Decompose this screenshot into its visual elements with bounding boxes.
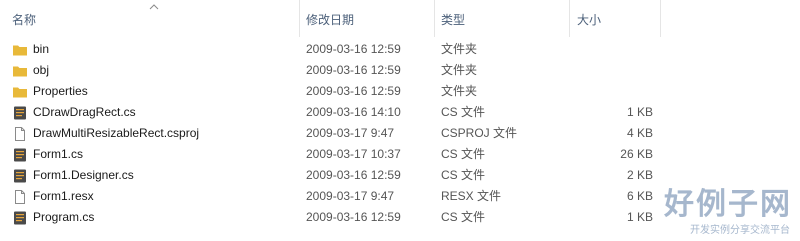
file-modified-date: 2009-03-16 14:10 — [306, 105, 401, 119]
file-row[interactable]: Properties 2009-03-16 12:59 文件夹 — [0, 81, 800, 102]
file-name: DrawMultiResizableRect.csproj — [33, 126, 200, 140]
cs-file-icon — [12, 210, 28, 226]
file-name: CDrawDragRect.cs — [33, 105, 136, 119]
file-name: obj — [33, 63, 50, 77]
file-modified-date: 2009-03-17 9:47 — [306, 189, 395, 203]
file-explorer-list: 名称 修改日期 类型 大小 bin 2009-03-16 12:59 文件夹 obj 2… — [0, 0, 800, 241]
column-header-bar: 名称 修改日期 类型 大小 — [0, 0, 800, 37]
file-size: 2 KB — [626, 168, 653, 182]
file-name: Form1.resx — [33, 189, 94, 203]
column-header-date[interactable]: 修改日期 — [306, 0, 354, 37]
file-type: 文件夹 — [441, 84, 478, 98]
file-row[interactable]: CDrawDragRect.cs 2009-03-16 14:10 CS 文件 1 K… — [0, 102, 800, 123]
file-size: 26 KB — [620, 147, 653, 161]
column-divider[interactable] — [299, 0, 300, 37]
cs-file-icon — [12, 105, 28, 121]
file-size: 4 KB — [626, 126, 653, 140]
column-header-size[interactable]: 大小 — [577, 0, 601, 37]
file-size: 6 KB — [626, 189, 653, 203]
column-divider[interactable] — [660, 0, 661, 37]
column-header-type[interactable]: 类型 — [441, 0, 465, 37]
column-divider[interactable] — [569, 0, 570, 37]
file-type: CSPROJ 文件 — [441, 126, 518, 140]
column-header-name[interactable]: 名称 — [12, 0, 36, 37]
file-modified-date: 2009-03-16 12:59 — [306, 168, 401, 182]
file-row[interactable]: Form1.cs 2009-03-17 10:37 CS 文件 26 KB — [0, 144, 800, 165]
file-row[interactable]: obj 2009-03-16 12:59 文件夹 — [0, 60, 800, 81]
file-modified-date: 2009-03-17 9:47 — [306, 126, 395, 140]
column-divider[interactable] — [434, 0, 435, 37]
file-name: Form1.cs — [33, 147, 84, 161]
watermark-title: 好例子网 — [664, 187, 792, 222]
folder-icon — [12, 42, 28, 58]
watermark-subtitle: 开发实例分享交流平台 — [690, 225, 790, 236]
folder-icon — [12, 63, 28, 79]
file-row[interactable]: bin 2009-03-16 12:59 文件夹 — [0, 39, 800, 60]
file-modified-date: 2009-03-16 12:59 — [306, 84, 401, 98]
file-type: RESX 文件 — [441, 189, 502, 203]
file-modified-date: 2009-03-16 12:59 — [306, 63, 401, 77]
cs-file-icon — [12, 168, 28, 184]
file-row[interactable]: DrawMultiResizableRect.csproj 2009-03-17 … — [0, 123, 800, 144]
file-name: Properties — [33, 84, 88, 98]
file-type: 文件夹 — [441, 42, 478, 56]
file-modified-date: 2009-03-17 10:37 — [306, 147, 401, 161]
file-name: Program.cs — [33, 210, 95, 224]
file-modified-date: 2009-03-16 12:59 — [306, 210, 401, 224]
file-type: CS 文件 — [441, 105, 486, 119]
generic-file-icon — [12, 189, 28, 205]
folder-icon — [12, 84, 28, 100]
generic-file-icon — [12, 126, 28, 142]
file-type: 文件夹 — [441, 63, 478, 77]
file-type: CS 文件 — [441, 210, 486, 224]
file-row[interactable]: Form1.Designer.cs 2009-03-16 12:59 CS 文件 2 … — [0, 165, 800, 186]
file-type: CS 文件 — [441, 147, 486, 161]
cs-file-icon — [12, 147, 28, 163]
file-size: 1 KB — [626, 210, 653, 224]
file-name: Form1.Designer.cs — [33, 168, 134, 182]
file-name: bin — [33, 42, 50, 56]
file-modified-date: 2009-03-16 12:59 — [306, 42, 401, 56]
sort-ascending-icon — [149, 4, 159, 10]
file-size: 1 KB — [626, 105, 653, 119]
file-type: CS 文件 — [441, 168, 486, 182]
watermark-logo: 好例子网 开发实例分享交流平台 — [664, 190, 792, 238]
